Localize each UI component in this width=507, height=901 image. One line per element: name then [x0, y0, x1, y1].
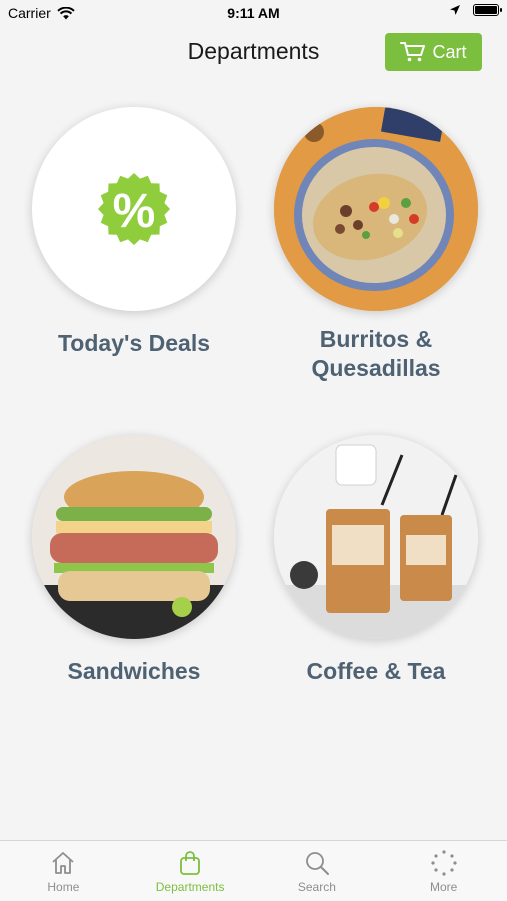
navigation-bar: Departments Cart — [0, 28, 507, 76]
svg-text:%: % — [113, 185, 156, 238]
department-label: Burritos & Quesadillas — [256, 325, 496, 383]
department-label: Sandwiches — [67, 658, 201, 684]
deals-image: % — [32, 107, 236, 311]
tab-departments[interactable]: Departments — [127, 841, 254, 901]
tab-label-search: Search — [297, 880, 336, 894]
status-time: 9:11 AM — [227, 5, 280, 21]
tab-bar: Home Departments Search More — [0, 840, 507, 901]
cart-label: Cart — [432, 41, 467, 62]
more-dots-icon — [431, 850, 457, 876]
department-label: Coffee & Tea — [306, 658, 446, 684]
department-label-text: Burritos & Quesadillas — [311, 326, 441, 381]
department-tile-coffee-tea[interactable]: Coffee & Tea — [256, 435, 496, 686]
sandwich-illustration — [32, 435, 236, 639]
cart-icon — [400, 42, 426, 62]
cart-button[interactable]: Cart — [385, 33, 482, 71]
sandwich-image — [32, 435, 236, 639]
department-tile-todays-deals[interactable]: % Today's Deals — [14, 107, 254, 358]
search-icon — [305, 852, 329, 875]
battery-fill — [475, 6, 497, 14]
department-label: Today's Deals — [57, 330, 211, 356]
battery-icon — [473, 4, 502, 16]
tab-more[interactable]: More — [380, 841, 507, 901]
burrito-plate-illustration — [274, 107, 478, 311]
iced-coffee-illustration — [274, 435, 478, 639]
shopping-bag-icon — [180, 851, 201, 875]
status-right — [449, 4, 502, 16]
home-icon — [52, 852, 74, 874]
tab-search[interactable]: Search — [254, 841, 381, 901]
tab-label-more: More — [429, 880, 458, 894]
location-arrow-icon — [450, 5, 460, 15]
status-bar: Carrier 9:11 AM — [0, 0, 507, 28]
burrito-image — [274, 107, 478, 311]
coffee-image — [274, 435, 478, 639]
tab-home[interactable]: Home — [0, 841, 127, 901]
tab-label-home: Home — [47, 880, 80, 894]
tab-label-departments: Departments — [155, 880, 225, 894]
department-tile-burritos-quesadillas[interactable]: Burritos & Quesadillas — [256, 107, 496, 383]
department-tile-sandwiches[interactable]: Sandwiches — [14, 435, 254, 686]
percent-badge-icon: % — [98, 173, 170, 245]
